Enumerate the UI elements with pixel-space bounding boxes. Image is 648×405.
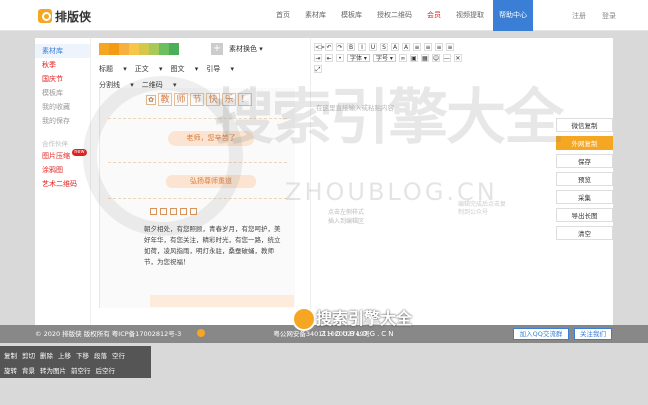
partners-label: 合作伙伴 — [42, 140, 68, 148]
ctx-blank-line[interactable]: 空行 — [112, 350, 125, 360]
tab-body[interactable]: 正文 ▾ — [135, 63, 163, 76]
wechat-copy-button[interactable]: 微信复制 — [556, 118, 613, 132]
register-link[interactable]: 注册 — [572, 11, 586, 21]
emoji-icon[interactable]: ☺ — [431, 53, 440, 62]
color-swatch[interactable] — [169, 43, 179, 55]
sidebar-item-material[interactable]: 素材库 — [35, 44, 90, 58]
font-family-select[interactable]: 字体 ▾ — [347, 53, 370, 62]
color-swatch[interactable] — [109, 43, 119, 55]
nav-template[interactable]: 模板库 — [335, 0, 368, 31]
ctx-paragraph[interactable]: 段落 — [94, 350, 107, 360]
ctx-move-down[interactable]: 下移 — [76, 350, 89, 360]
collect-button[interactable]: 采集 — [556, 190, 613, 204]
preview-button[interactable]: 预览 — [556, 172, 613, 186]
preview-bar — [150, 295, 294, 307]
export-image-button[interactable]: 导出长图 — [556, 208, 613, 222]
line-icon[interactable]: — — [442, 53, 451, 62]
ctx-delete[interactable]: 删除 — [40, 350, 53, 360]
nav-qrcode[interactable]: 授权二维码 — [371, 0, 418, 31]
top-navigation: 排版侠 首页 素材库 模板库 授权二维码 会员 视频提取 帮助中心 注册 登录 — [0, 0, 648, 31]
watermark-url: ZHOUBLOG.CN — [285, 178, 498, 206]
bg-color-icon[interactable]: A — [402, 42, 410, 51]
sidebar: 素材库 秋季 国庆节 模板库 我的收藏 我的保存 合作伙伴 图片压缩 new 涂… — [35, 38, 91, 325]
indent-icon[interactable]: ⇥ — [314, 53, 322, 62]
save-button[interactable]: 保存 — [556, 154, 613, 168]
ctx-move-up[interactable]: 上移 — [58, 350, 71, 360]
watermark-logo-url: ZHOUBLOG.CN — [321, 330, 396, 338]
color-swatch[interactable] — [119, 43, 129, 55]
source-icon[interactable]: <> — [314, 42, 325, 51]
color-swatch[interactable] — [159, 43, 169, 55]
sidebar-item-national-day[interactable]: 国庆节 — [35, 72, 90, 86]
partner-doodle[interactable]: 涂鸦图 — [35, 163, 90, 177]
redo-icon[interactable]: ↷ — [336, 42, 344, 51]
logo-text: 排版侠 — [55, 9, 92, 24]
link-icon[interactable]: ∞ — [398, 53, 407, 62]
font-color-icon[interactable]: A — [391, 42, 399, 51]
ctx-line-before[interactable]: 前空行 — [71, 365, 91, 375]
tab-title[interactable]: 标题 ▾ — [99, 63, 127, 76]
ctx-line-after[interactable]: 后空行 — [96, 365, 116, 375]
nav-help[interactable]: 帮助中心 — [493, 0, 533, 31]
nav-home[interactable]: 首页 — [270, 0, 296, 31]
auth-links: 注册 登录 — [572, 0, 616, 31]
underline-icon[interactable]: U — [369, 42, 377, 51]
sidebar-item-template[interactable]: 模板库 — [35, 86, 90, 100]
nav-vip[interactable]: 会员 — [421, 0, 447, 31]
undo-icon[interactable]: ↶ — [325, 42, 333, 51]
align-center-icon[interactable]: ≡ — [424, 42, 432, 51]
external-copy-button[interactable]: 外网复制 — [556, 136, 613, 150]
color-swatch[interactable] — [149, 43, 159, 55]
list-icon[interactable]: • — [336, 53, 344, 62]
justify-icon[interactable]: ≡ — [446, 42, 454, 51]
outdent-icon[interactable]: ⇤ — [325, 53, 333, 62]
align-right-icon[interactable]: ≡ — [435, 42, 443, 51]
add-color-button[interactable]: + — [211, 43, 223, 55]
nav-material[interactable]: 素材库 — [299, 0, 332, 31]
ctx-background[interactable]: 背景 — [22, 365, 35, 375]
ctx-cut[interactable]: 剪切 — [22, 350, 35, 360]
block-context-menu: 复制 剪切 删除 上移 下移 段落 空行 旋转 背景 转为图片 前空行 后空行 — [0, 346, 151, 378]
partner-image-compress[interactable]: 图片压缩 new — [35, 149, 90, 163]
strike-icon[interactable]: S — [380, 42, 388, 51]
sidebar-item-favorites[interactable]: 我的收藏 — [35, 100, 90, 114]
editor-hint-insert: 点击左侧样式 插入到编辑区 — [328, 209, 365, 225]
color-select[interactable]: 素材换色 ▾ — [229, 43, 263, 55]
clear-format-icon[interactable]: ✕ — [453, 53, 462, 62]
qq-group-button[interactable]: 加入QQ交流群 — [513, 328, 569, 340]
table-icon[interactable]: ▦ — [420, 53, 429, 62]
follow-button[interactable]: 关注我们 — [574, 328, 612, 340]
ctx-copy[interactable]: 复制 — [4, 350, 17, 360]
watermark-logo-icon — [292, 307, 316, 331]
clear-button[interactable]: 清空 — [556, 226, 613, 240]
tab-image-text[interactable]: 图文 ▾ — [171, 63, 199, 76]
logo-icon — [38, 9, 52, 23]
font-size-select[interactable]: 字号 ▾ — [372, 53, 396, 62]
image-icon[interactable]: ▣ — [409, 53, 418, 62]
sidebar-item-autumn[interactable]: 秋季 — [35, 58, 90, 72]
nav-video[interactable]: 视频提取 — [450, 0, 490, 31]
logo[interactable]: 排版侠 — [38, 8, 91, 24]
partner-art-qrcode[interactable]: 艺术二维码 — [35, 177, 90, 191]
ctx-rotate[interactable]: 旋转 — [4, 365, 17, 375]
action-buttons: 微信复制 外网复制 保存 预览 采集 导出长图 清空 — [556, 118, 613, 244]
police-badge-icon — [197, 329, 205, 337]
color-swatch[interactable] — [139, 43, 149, 55]
color-swatch[interactable] — [99, 43, 109, 55]
watermark-text: 搜索引擎大全 — [214, 83, 564, 153]
color-swatch[interactable] — [129, 43, 139, 55]
main-nav: 首页 素材库 模板库 授权二维码 会员 视频提取 帮助中心 — [270, 0, 536, 31]
align-left-icon[interactable]: ≡ — [413, 42, 421, 51]
color-swatches — [99, 43, 179, 55]
bold-icon[interactable]: B — [347, 42, 355, 51]
login-link[interactable]: 登录 — [602, 11, 616, 21]
italic-icon[interactable]: I — [358, 42, 366, 51]
sidebar-item-saved[interactable]: 我的保存 — [35, 114, 90, 128]
ctx-to-image[interactable]: 转为图片 — [40, 365, 66, 375]
